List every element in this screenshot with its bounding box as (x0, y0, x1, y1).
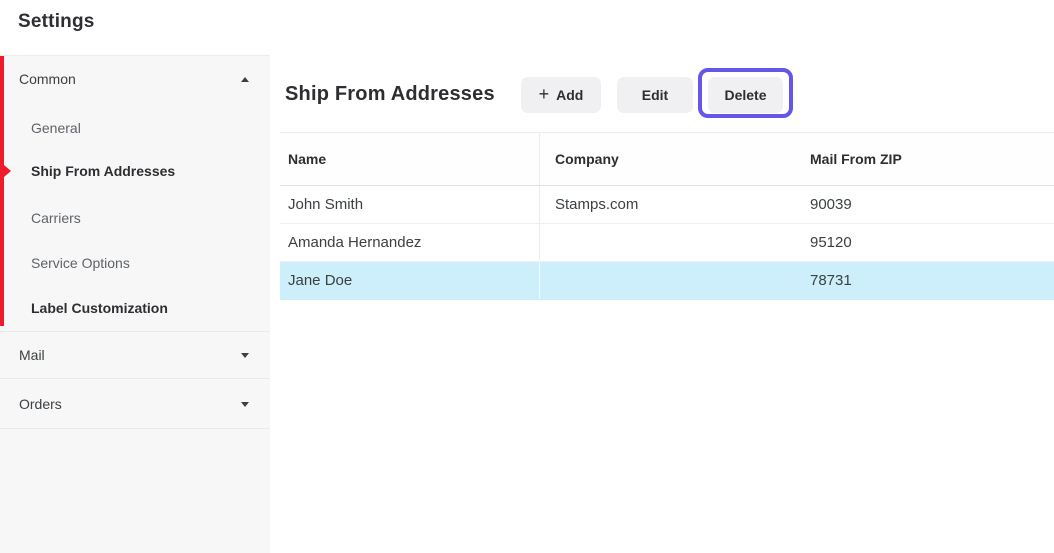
add-button[interactable]: + Add (521, 77, 601, 113)
cell-name: John Smith (280, 186, 540, 223)
sidebar-divider (0, 428, 270, 429)
add-button-label: Add (556, 87, 584, 103)
cell-zip: 78731 (810, 272, 852, 289)
delete-button-label: Delete (724, 87, 767, 103)
sidebar-section-label: Mail (19, 347, 45, 363)
sidebar-item-label: Ship From Addresses (31, 163, 176, 179)
cell-zip: 95120 (810, 234, 852, 251)
caret-down-icon (241, 353, 249, 358)
panel-title: Ship From Addresses (285, 83, 495, 105)
sidebar-item-label: General (31, 120, 81, 136)
plus-icon: + (538, 84, 550, 104)
ship-from-addresses-table: Name Company Mail From ZIP John Smith St… (280, 132, 1054, 300)
sidebar-section-label: Orders (19, 396, 62, 412)
sidebar-item-general[interactable]: General (0, 114, 270, 142)
table-row[interactable]: Amanda Hernandez 95120 (280, 224, 1054, 262)
settings-screen: Settings Common General Ship From Addres… (0, 0, 1054, 553)
sidebar-section-common[interactable]: Common (0, 65, 270, 93)
sidebar-item-label: Carriers (31, 210, 81, 226)
edit-button[interactable]: Edit (617, 77, 693, 113)
table-header-row: Name Company Mail From ZIP (280, 132, 1054, 186)
cell-zip: 90039 (810, 196, 852, 213)
sidebar-item-carriers[interactable]: Carriers (0, 204, 270, 232)
cell-company: Stamps.com (555, 196, 639, 213)
sidebar-item-label: Label Customization (31, 300, 168, 316)
sidebar-section-orders[interactable]: Orders (0, 390, 270, 418)
table-row-selected[interactable]: Jane Doe 78731 (280, 262, 1054, 300)
caret-up-icon (241, 77, 249, 82)
sidebar-section-label: Common (19, 71, 76, 87)
table-row[interactable]: John Smith Stamps.com 90039 (280, 186, 1054, 224)
sidebar-divider (0, 331, 270, 332)
sidebar-divider (0, 378, 270, 379)
sidebar-section-mail[interactable]: Mail (0, 341, 270, 369)
active-section-accent-bar (0, 56, 4, 326)
edit-button-label: Edit (641, 87, 669, 103)
column-header-company: Company (555, 151, 619, 167)
column-header-mail-from-zip: Mail From ZIP (810, 151, 902, 167)
sidebar-item-service-options[interactable]: Service Options (0, 249, 270, 277)
sidebar-item-ship-from-addresses[interactable]: Ship From Addresses (0, 157, 270, 185)
column-header-name: Name (280, 133, 540, 185)
settings-sidebar: Common General Ship From Addresses Carri… (0, 55, 270, 553)
delete-button[interactable]: Delete (708, 77, 783, 113)
cell-name: Jane Doe (280, 262, 540, 299)
cell-name: Amanda Hernandez (280, 224, 540, 261)
sidebar-item-label-customization[interactable]: Label Customization (0, 294, 270, 322)
caret-down-icon (241, 402, 249, 407)
page-title: Settings (18, 11, 95, 32)
sidebar-item-label: Service Options (31, 255, 130, 271)
